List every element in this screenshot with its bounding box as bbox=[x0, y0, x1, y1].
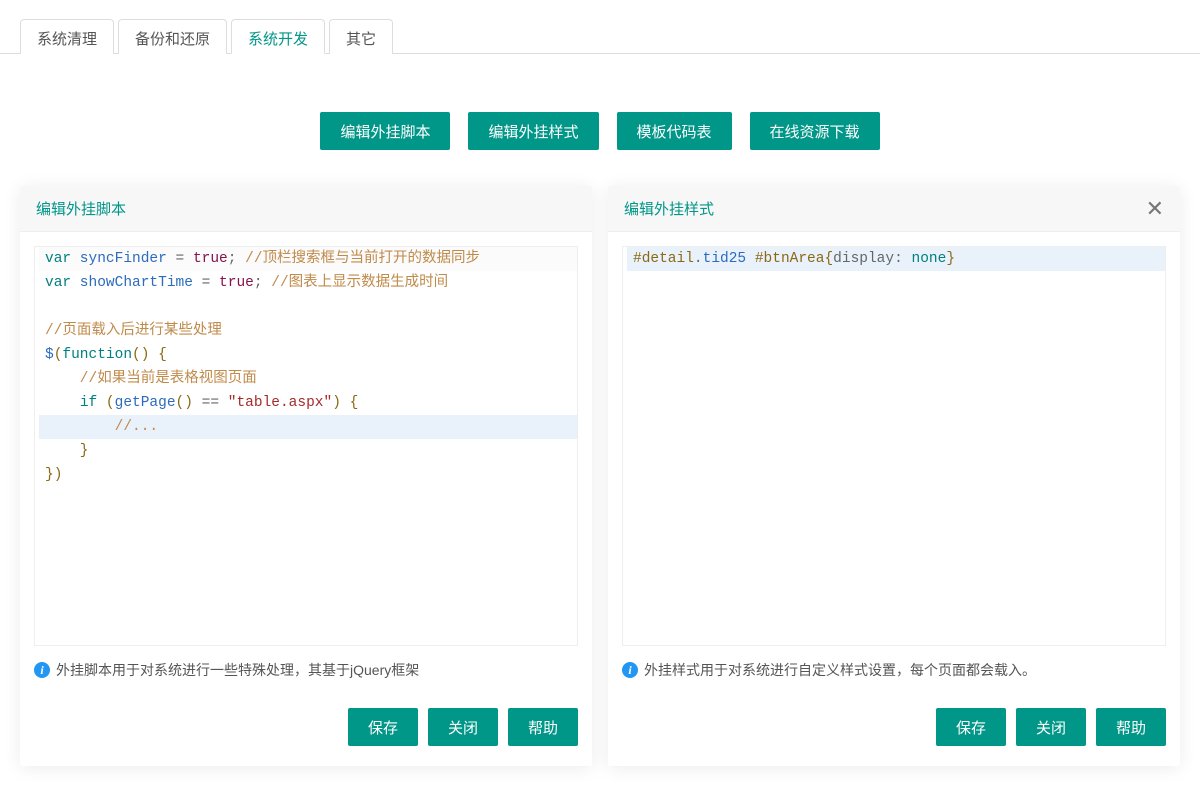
script-close-button[interactable]: 关闭 bbox=[428, 708, 498, 746]
template-table-button[interactable]: 模板代码表 bbox=[617, 112, 732, 150]
edit-script-button[interactable]: 编辑外挂脚本 bbox=[320, 112, 450, 150]
close-icon[interactable]: ✕ bbox=[1146, 198, 1164, 220]
style-info-row: i 外挂样式用于对系统进行自定义样式设置，每个页面都会载入。 bbox=[622, 646, 1166, 680]
edit-style-button[interactable]: 编辑外挂样式 bbox=[468, 112, 598, 150]
style-close-button[interactable]: 关闭 bbox=[1016, 708, 1086, 746]
panel-edit-script: 编辑外挂脚本 var syncFinder = true; //顶栏搜索框与当前… bbox=[20, 186, 592, 766]
script-info-text: 外挂脚本用于对系统进行一些特殊处理，其基于jQuery框架 bbox=[56, 660, 419, 680]
tab-system-dev[interactable]: 系统开发 bbox=[231, 19, 325, 54]
style-save-button[interactable]: 保存 bbox=[936, 708, 1006, 746]
fold-marker-icon[interactable]: ▾ bbox=[34, 343, 39, 357]
info-icon: i bbox=[622, 662, 638, 678]
style-help-button[interactable]: 帮助 bbox=[1096, 708, 1166, 746]
panel-edit-style: 编辑外挂样式 ✕ #detail.tid25 #btnArea{display:… bbox=[608, 186, 1180, 766]
fold-marker-icon[interactable]: ▾ bbox=[34, 391, 39, 405]
online-download-button[interactable]: 在线资源下载 bbox=[750, 112, 880, 150]
panels-container: 编辑外挂脚本 var syncFinder = true; //顶栏搜索框与当前… bbox=[0, 186, 1200, 766]
panel-style-header: 编辑外挂样式 ✕ bbox=[608, 186, 1180, 232]
panel-style-title: 编辑外挂样式 bbox=[624, 198, 1146, 219]
panel-script-title: 编辑外挂脚本 bbox=[36, 198, 576, 219]
tab-system-clean[interactable]: 系统清理 bbox=[20, 19, 114, 54]
script-help-button[interactable]: 帮助 bbox=[508, 708, 578, 746]
tab-other[interactable]: 其它 bbox=[329, 19, 393, 54]
info-icon: i bbox=[34, 662, 50, 678]
script-editor[interactable]: var syncFinder = true; //顶栏搜索框与当前打开的数据同步… bbox=[34, 246, 578, 646]
tabs-bar: 系统清理 备份和还原 系统开发 其它 bbox=[0, 0, 1200, 54]
script-save-button[interactable]: 保存 bbox=[348, 708, 418, 746]
script-info-row: i 外挂脚本用于对系统进行一些特殊处理，其基于jQuery框架 bbox=[34, 646, 578, 680]
panel-script-footer: 保存 关闭 帮助 bbox=[20, 680, 592, 766]
panel-style-footer: 保存 关闭 帮助 bbox=[608, 680, 1180, 766]
style-info-text: 外挂样式用于对系统进行自定义样式设置，每个页面都会载入。 bbox=[644, 660, 1036, 680]
panel-script-header: 编辑外挂脚本 bbox=[20, 186, 592, 232]
tab-backup-restore[interactable]: 备份和还原 bbox=[118, 19, 227, 54]
style-editor[interactable]: #detail.tid25 #btnArea{display: none} bbox=[622, 246, 1166, 646]
toolbar: 编辑外挂脚本 编辑外挂样式 模板代码表 在线资源下载 bbox=[0, 54, 1200, 186]
